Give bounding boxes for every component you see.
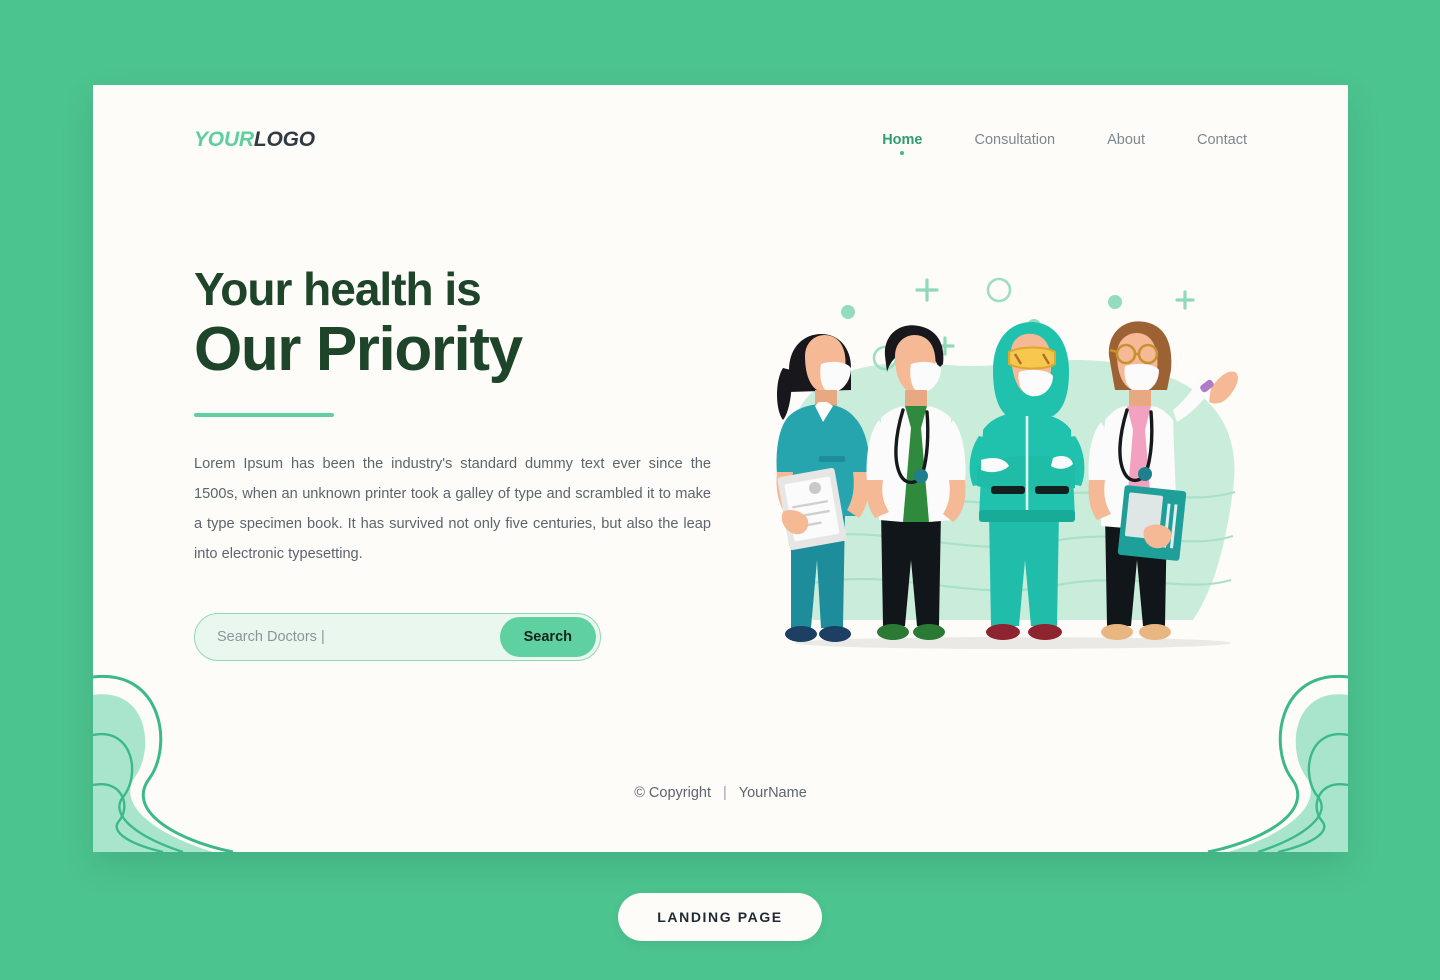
nav-label-contact: Contact <box>1197 132 1247 148</box>
headline-line-2: Our Priority <box>194 314 523 384</box>
footer-separator: | <box>723 785 727 801</box>
search-input[interactable] <box>217 629 500 645</box>
site-header: YOURLOGO Home Consultation About Contact <box>93 85 1348 195</box>
logo[interactable]: YOURLOGO <box>194 128 315 152</box>
headline-line-1: Your health is <box>194 263 482 315</box>
footer-copyright: © Copyright <box>634 785 711 801</box>
nav-item-home[interactable]: Home <box>856 132 948 155</box>
clipboard <box>777 468 847 550</box>
hero-paragraph: Lorem Ipsum has been the industry's stan… <box>194 455 711 562</box>
decorative-blob-left <box>93 675 234 852</box>
nav-item-about[interactable]: About <box>1081 132 1171 148</box>
character-doctor-female <box>1088 321 1238 640</box>
character-hazmat <box>969 322 1085 640</box>
circle-outline-group <box>872 277 1138 371</box>
nav-label-home: Home <box>882 132 923 148</box>
active-indicator-dot <box>900 151 905 155</box>
glasses-icon <box>1109 343 1159 365</box>
logo-part-primary: YOUR <box>194 128 254 151</box>
nav-label-about: About <box>1107 132 1146 148</box>
search-bar[interactable]: Search <box>194 613 601 661</box>
stethoscope-icon <box>894 408 930 484</box>
main-navigation: Home Consultation About Contact <box>856 132 1247 155</box>
dot-group <box>841 295 1122 333</box>
landing-page-card: YOURLOGO Home Consultation About Contact… <box>93 85 1348 852</box>
logo-part-secondary: LOGO <box>253 128 315 151</box>
stethoscope-icon <box>1118 408 1154 482</box>
search-button[interactable]: Search <box>499 617 596 657</box>
nav-item-contact[interactable]: Contact <box>1171 132 1247 148</box>
footer: © Copyright | YourName <box>93 785 1348 801</box>
accent-divider <box>194 412 334 417</box>
landing-page-button[interactable]: LANDING PAGE <box>618 893 822 941</box>
plus-icon-group <box>792 278 1195 364</box>
medical-team-illustration <box>776 277 1238 649</box>
decorative-blob-right <box>1207 675 1348 852</box>
footer-name: YourName <box>738 785 807 801</box>
nav-label-consultation: Consultation <box>974 132 1056 148</box>
character-doctor-male <box>866 325 966 640</box>
character-nurse <box>776 334 870 642</box>
hero-text-block: Your health is Our Priority Lorem Ipsum … <box>194 263 734 569</box>
folder <box>1117 485 1187 561</box>
nav-item-consultation[interactable]: Consultation <box>949 132 1082 148</box>
